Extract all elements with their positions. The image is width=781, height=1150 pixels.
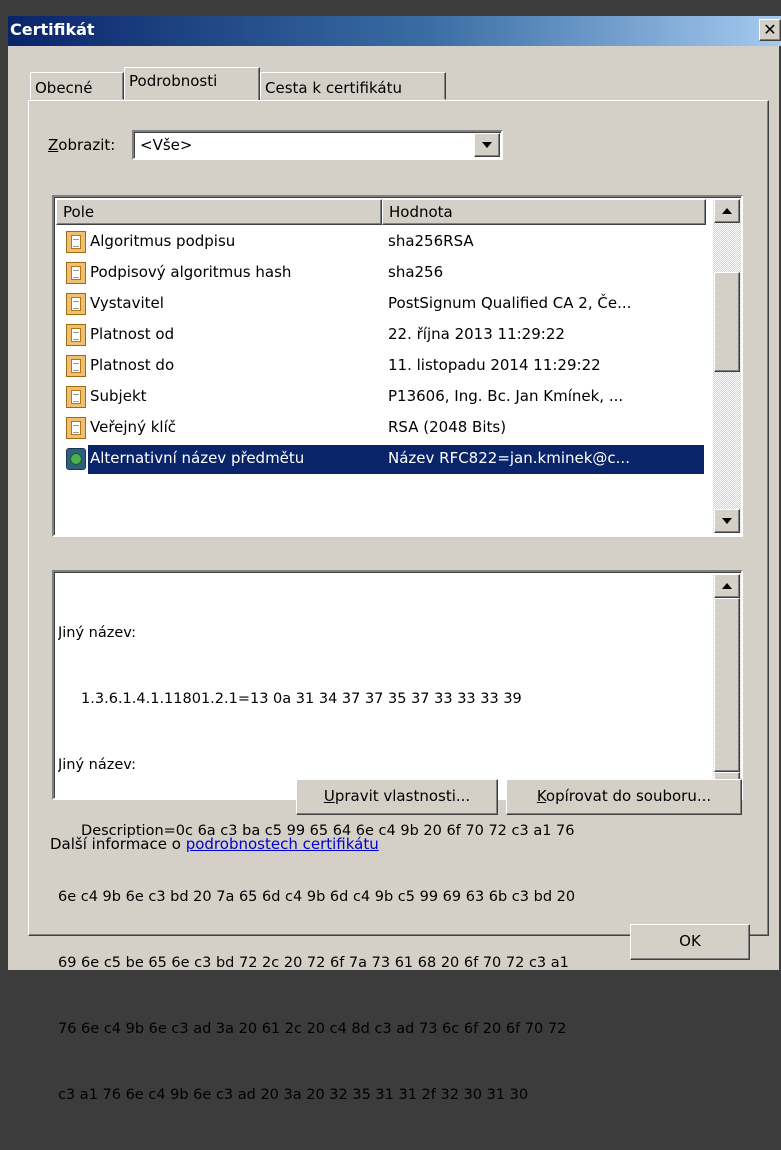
dialog-client-area: Obecné Podrobnosti Cesta k certifikátu Z… — [8, 46, 779, 1103]
field-name: Veřejný klíč — [90, 418, 176, 436]
show-select-dropdown-button[interactable] — [474, 133, 500, 157]
certificate-field-icon — [66, 262, 86, 284]
title-bar[interactable]: Certifikát ✕ — [8, 16, 781, 46]
fields-list-scrollbar[interactable] — [713, 199, 741, 533]
tab-details-label: Podrobnosti — [129, 72, 218, 90]
show-label: Zobrazit: — [48, 136, 116, 154]
field-detail-textbox[interactable]: Jiný název: 1.3.6.1.4.1.11801.2.1=13 0a … — [52, 570, 743, 1103]
window-title: Certifikát — [10, 20, 95, 39]
edit-properties-button[interactable]: Upravit vlastnosti... — [296, 779, 498, 815]
field-name: Alternativní název předmětu — [90, 449, 305, 467]
column-header-field[interactable]: Pole — [56, 199, 382, 225]
field-name: Vystavitel — [90, 294, 164, 312]
certificate-field-icon — [66, 231, 86, 253]
list-item[interactable]: Vystavitel PostSignum Qualified CA 2, Če… — [56, 289, 704, 320]
certificate-field-icon — [66, 417, 86, 439]
show-select[interactable]: <Vše> — [132, 130, 503, 160]
tab-certification-path-label: Cesta k certifikátu — [265, 79, 402, 97]
scroll-thumb[interactable] — [714, 272, 740, 372]
more-info-text: Další informace o podrobnostech certifik… — [50, 835, 379, 853]
list-item[interactable]: Veřejný klíč RSA (2048 Bits) — [56, 413, 704, 444]
list-item[interactable]: Podpisový algoritmus hash sha256 — [56, 258, 704, 289]
list-item[interactable]: Platnost do 11. listopadu 2014 11:29:22 — [56, 351, 704, 382]
tab-certification-path[interactable]: Cesta k certifikátu — [260, 72, 446, 100]
tab-general-label: Obecné — [35, 79, 93, 97]
certificate-field-icon — [66, 324, 86, 346]
certificate-field-icon — [66, 355, 86, 377]
field-detail-text: Jiný název: 1.3.6.1.4.1.11801.2.1=13 0a … — [58, 625, 576, 1103]
column-header-value[interactable]: Hodnota — [382, 199, 706, 225]
field-value: 11. listopadu 2014 11:29:22 — [388, 356, 601, 374]
ok-button[interactable]: OK — [630, 924, 750, 960]
certificate-dialog: Certifikát ✕ Obecné Podrobnosti Cesta k … — [0, 0, 781, 1103]
scroll-down-button[interactable] — [714, 509, 740, 533]
scroll-up-button[interactable] — [714, 199, 740, 223]
chevron-up-icon — [722, 208, 732, 214]
list-item-selected[interactable]: Alternativní název předmětu Název RFC822… — [56, 444, 704, 475]
field-value: Název RFC822=jan.kminek@c... — [388, 449, 630, 467]
field-value: sha256 — [388, 263, 444, 281]
scroll-up-button[interactable] — [714, 574, 740, 598]
field-name: Platnost do — [90, 356, 175, 374]
field-value: sha256RSA — [388, 232, 474, 250]
certificate-field-icon — [66, 386, 86, 408]
field-name: Subjekt — [90, 387, 147, 405]
chevron-down-icon — [722, 518, 732, 524]
list-header: Pole Hodnota — [56, 199, 706, 225]
field-value: PostSignum Qualified CA 2, Če... — [388, 294, 632, 312]
detail-scrollbar[interactable] — [713, 574, 741, 796]
tab-general[interactable]: Obecné — [30, 72, 124, 100]
certificate-details-link[interactable]: podrobnostech certifikátu — [186, 835, 379, 853]
certificate-field-icon — [66, 293, 86, 315]
chevron-up-icon — [722, 583, 732, 589]
certificate-extension-icon — [66, 448, 86, 470]
field-name: Platnost od — [90, 325, 175, 343]
list-rows: Algoritmus podpisu sha256RSA Podpisový a… — [56, 227, 704, 475]
field-value: P13606, Ing. Bc. Jan Kmínek, ... — [388, 387, 624, 405]
tab-details[interactable]: Podrobnosti — [124, 67, 260, 100]
field-name: Podpisový algoritmus hash — [90, 263, 292, 281]
fields-list[interactable]: Pole Hodnota Algoritmus podpisu sha256RS… — [52, 195, 743, 537]
copy-to-file-button[interactable]: Kopírovat do souboru... — [506, 779, 742, 815]
field-value: RSA (2048 Bits) — [388, 418, 507, 436]
list-item[interactable]: Algoritmus podpisu sha256RSA — [56, 227, 704, 258]
chevron-down-icon — [482, 142, 492, 148]
field-value: 22. října 2013 11:29:22 — [388, 325, 565, 343]
close-button[interactable]: ✕ — [759, 19, 781, 41]
field-name: Algoritmus podpisu — [90, 232, 236, 250]
show-select-value: <Vše> — [140, 136, 193, 154]
scroll-thumb[interactable] — [714, 598, 740, 772]
list-item[interactable]: Subjekt P13606, Ing. Bc. Jan Kmínek, ... — [56, 382, 704, 413]
list-item[interactable]: Platnost od 22. října 2013 11:29:22 — [56, 320, 704, 351]
